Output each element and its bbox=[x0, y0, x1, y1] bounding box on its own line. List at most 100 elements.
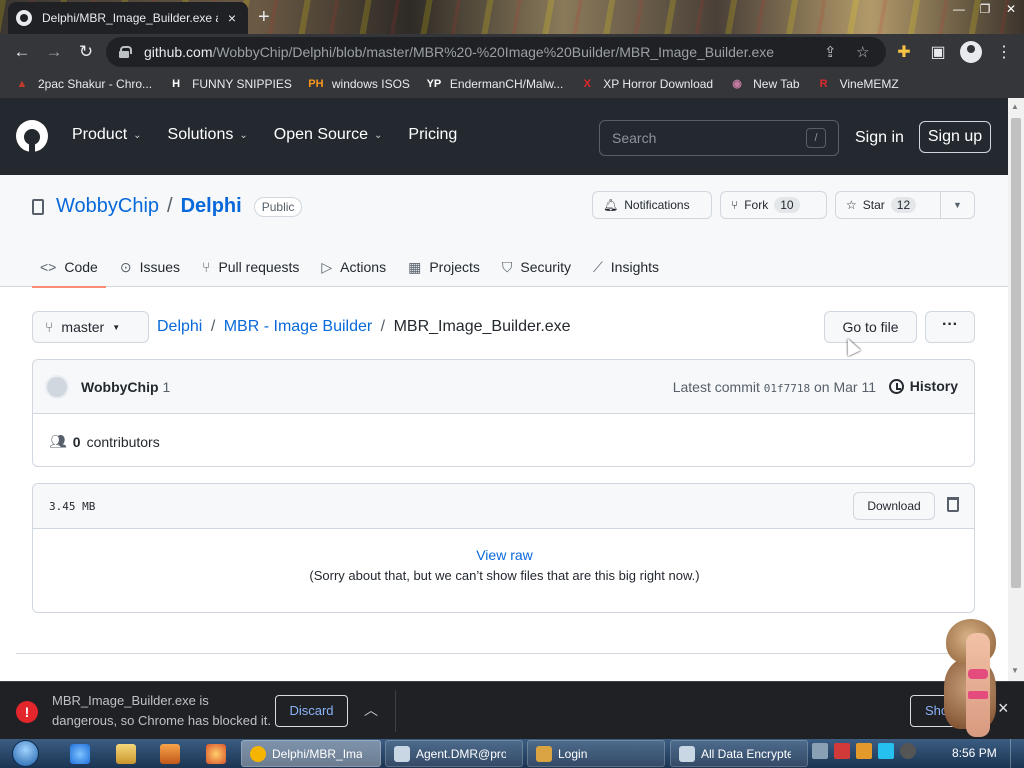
profile-icon[interactable] bbox=[960, 41, 982, 63]
bookmark-item[interactable]: ◉ New Tab bbox=[729, 76, 799, 92]
commit-author[interactable]: WobbyChip 1 bbox=[81, 379, 170, 395]
forward-icon[interactable]: → bbox=[38, 36, 70, 68]
taskbar-task-label: Login bbox=[558, 746, 588, 761]
url-text[interactable]: github.com/WobbyChip/Delphi/blob/master/… bbox=[144, 44, 774, 60]
breadcrumb-separator: / bbox=[380, 318, 386, 335]
caret-down-icon: ▼ bbox=[112, 322, 121, 332]
sign-in-link[interactable]: Sign in bbox=[855, 129, 904, 147]
yp-favicon-icon: YP bbox=[426, 78, 442, 90]
nav-item-solutions[interactable]: Solutions ⌄ bbox=[168, 126, 248, 144]
browser-tab[interactable]: Delphi/MBR_Image_Builder.exe a × bbox=[8, 2, 248, 34]
bookmark-item[interactable]: YP EndermanCH/Malw... bbox=[426, 76, 564, 92]
nav-item-pricing[interactable]: Pricing bbox=[408, 126, 457, 144]
taskbar-task[interactable]: Agent.DMR@prot... bbox=[385, 740, 523, 767]
contributors-link[interactable]: 👥︎ 0 contributors bbox=[49, 433, 160, 450]
scroll-down-icon[interactable]: ▼ bbox=[1011, 666, 1019, 675]
view-raw-link[interactable]: View raw bbox=[33, 547, 976, 563]
puzzle-icon[interactable]: ✚ bbox=[892, 42, 916, 62]
more-options-button[interactable]: ··· bbox=[925, 311, 975, 343]
start-button[interactable] bbox=[4, 739, 44, 768]
branch-selector[interactable]: ⑂ master ▼ bbox=[32, 311, 149, 343]
bookmark-item[interactable]: PH windows ISOS bbox=[308, 76, 410, 92]
go-to-file-button[interactable]: Go to file bbox=[824, 311, 917, 343]
minimize-icon[interactable]: — bbox=[946, 0, 972, 18]
tab-pull-requests[interactable]: ⑂ Pull requests bbox=[194, 247, 307, 287]
folder-icon[interactable] bbox=[116, 744, 136, 764]
star-button[interactable]: ☆ Star 12 bbox=[835, 191, 941, 219]
close-window-icon[interactable]: ✕ bbox=[998, 0, 1024, 18]
nav-item-open-source[interactable]: Open Source ⌄ bbox=[274, 126, 383, 144]
nav-item-product[interactable]: Product ⌄ bbox=[72, 126, 142, 144]
avatar[interactable] bbox=[45, 375, 69, 399]
back-icon[interactable]: ← bbox=[6, 36, 38, 68]
tab-close-icon[interactable]: × bbox=[224, 10, 240, 26]
taskbar-task[interactable]: Login bbox=[527, 740, 665, 767]
repo-tabs: <> Code ⊙ Issues ⑂ Pull requests ▷ Actions ▦ Proj… bbox=[32, 247, 673, 288]
breadcrumb-current-file: MBR_Image_Builder.exe bbox=[393, 318, 571, 335]
history-label: History bbox=[909, 378, 958, 394]
download-button[interactable]: Download bbox=[853, 492, 935, 520]
repo-name-link[interactable]: Delphi bbox=[181, 195, 242, 218]
branch-icon: ⑂ bbox=[45, 319, 54, 335]
tray-app-icon[interactable] bbox=[812, 743, 828, 759]
search-input[interactable]: Search / bbox=[599, 120, 839, 156]
tab-security[interactable]: ⛉ Security bbox=[494, 247, 579, 287]
tab-insights[interactable]: ⟋ Insights bbox=[585, 247, 667, 287]
tab-projects[interactable]: ▦ Projects bbox=[400, 247, 488, 287]
ie-icon[interactable] bbox=[70, 744, 90, 764]
tray-network-icon[interactable] bbox=[878, 743, 894, 759]
breadcrumb-root-link[interactable]: Delphi bbox=[157, 318, 202, 335]
scroll-up-icon[interactable]: ▲ bbox=[1011, 102, 1019, 111]
taskbar-task[interactable]: All Data Encrypted bbox=[670, 740, 808, 767]
tab-actions[interactable]: ▷ Actions bbox=[313, 247, 394, 287]
h-favicon-icon: H bbox=[172, 78, 181, 90]
bookmark-item[interactable]: H FUNNY SNIPPIES bbox=[168, 76, 292, 92]
graph-icon: ⟋ bbox=[592, 258, 603, 275]
bookmark-item[interactable]: X XP Horror Download bbox=[579, 76, 714, 92]
notifications-button[interactable]: 🔔︎ Notifications bbox=[592, 191, 712, 219]
lock-icon[interactable] bbox=[118, 46, 132, 58]
star-dropdown-button[interactable]: ▼ bbox=[940, 191, 975, 219]
tab-code[interactable]: <> Code bbox=[32, 247, 106, 288]
reload-icon[interactable]: ↻ bbox=[70, 36, 102, 68]
bookmark-star-icon[interactable]: ☆ bbox=[856, 43, 869, 61]
tray-search-icon[interactable] bbox=[856, 743, 872, 759]
desktop-buddy-overlay[interactable] bbox=[936, 615, 1006, 740]
maximize-icon[interactable]: ❐ bbox=[972, 0, 998, 18]
bookmark-item[interactable]: R VineMEMZ bbox=[816, 76, 899, 92]
history-link[interactable]: History bbox=[888, 378, 958, 394]
browser-toolbar: ← → ↻ github.com/WobbyChip/Delphi/blob/m… bbox=[0, 34, 1024, 70]
taskbar-task[interactable]: Delphi/MBR_Ima... bbox=[241, 740, 381, 767]
tab-issues[interactable]: ⊙ Issues bbox=[112, 247, 188, 287]
trash-icon[interactable] bbox=[947, 497, 959, 512]
show-desktop-button[interactable] bbox=[1010, 739, 1024, 768]
tray-volume-icon[interactable] bbox=[900, 743, 916, 759]
sign-up-button[interactable]: Sign up bbox=[919, 121, 991, 153]
address-bar[interactable]: github.com/WobbyChip/Delphi/blob/master/… bbox=[106, 37, 886, 67]
repo-owner-link[interactable]: WobbyChip bbox=[56, 195, 159, 218]
taskbar-clock[interactable]: 8:56 PM bbox=[952, 746, 997, 760]
code-icon: <> bbox=[40, 259, 57, 275]
scrollbar-thumb[interactable] bbox=[1011, 118, 1021, 588]
r-favicon-icon: R bbox=[819, 78, 828, 90]
github-logo-icon[interactable] bbox=[16, 120, 48, 152]
fork-count: 10 bbox=[774, 197, 800, 213]
commit-count: 1 bbox=[162, 379, 171, 395]
kebab-menu-icon[interactable]: ⋮ bbox=[992, 42, 1016, 62]
bookmark-item[interactable]: ▲ 2pac Shakur - Chro... bbox=[14, 76, 153, 92]
app-quicklaunch-icon[interactable] bbox=[206, 744, 226, 764]
share-icon[interactable]: ⇪ bbox=[824, 43, 837, 61]
new-tab-button[interactable]: + bbox=[258, 6, 270, 29]
page-scrollbar[interactable]: ▲ ▼ bbox=[1008, 98, 1024, 681]
media-player-icon[interactable] bbox=[160, 744, 180, 764]
commit-sha-link[interactable]: 01f7718 bbox=[764, 382, 810, 395]
sidebar-icon[interactable]: ▣ bbox=[926, 42, 950, 62]
bookmark-label: XP Horror Download bbox=[603, 77, 714, 91]
discard-button[interactable]: Discard bbox=[275, 695, 348, 727]
breadcrumb-folder-link[interactable]: MBR - Image Builder bbox=[224, 318, 373, 335]
chevron-up-icon[interactable]: ︿ bbox=[364, 700, 378, 720]
fork-button[interactable]: ⑂ Fork 10 bbox=[720, 191, 827, 219]
tray-antivirus-icon[interactable] bbox=[834, 743, 850, 759]
file-size: 3.45 MB bbox=[49, 500, 96, 513]
history-icon bbox=[888, 378, 904, 394]
